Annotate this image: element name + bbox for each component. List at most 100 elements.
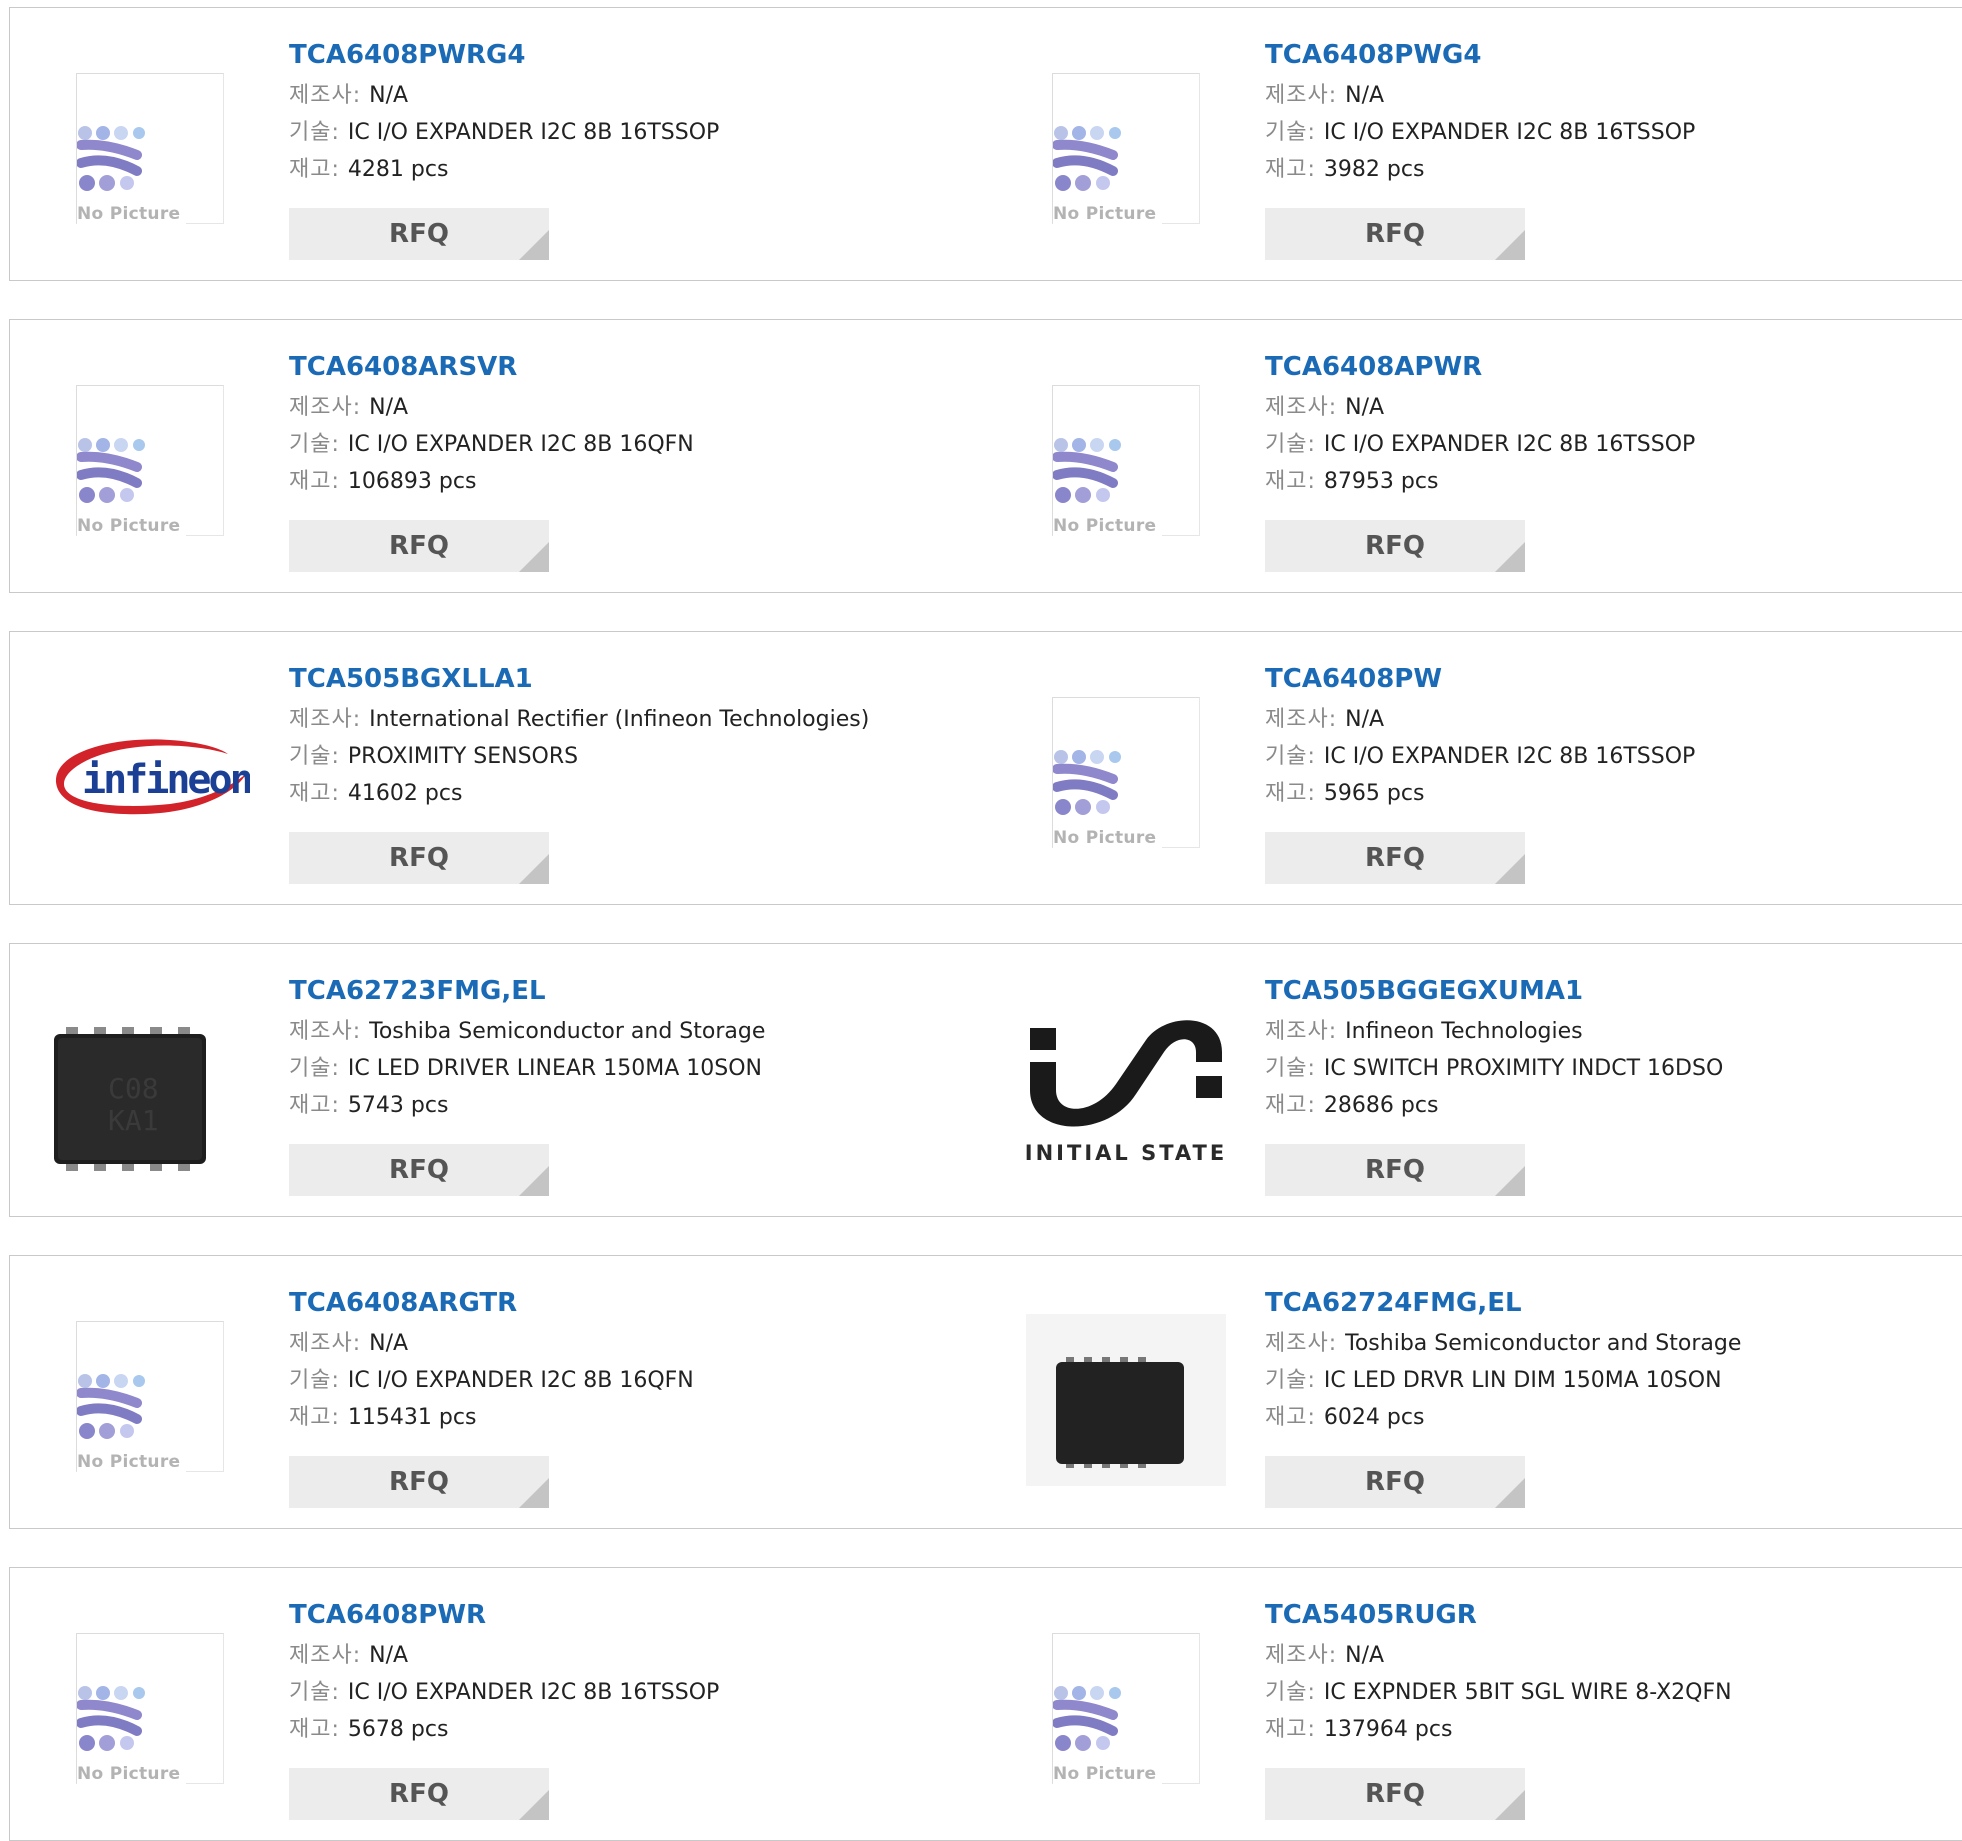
rfq-button[interactable]: RFQ — [289, 208, 549, 260]
manufacturer-value: N/A — [1345, 1643, 1385, 1668]
description-label: 기술: — [1265, 1680, 1316, 1705]
product-thumbnail[interactable]: No Picture — [1026, 1614, 1226, 1804]
product-info: TCA62723FMG,EL 제조사: Toshiba Semiconductor… — [289, 974, 969, 1124]
product-thumbnail[interactable]: C08 KA1 — [50, 990, 250, 1180]
description-label: 기술: — [289, 744, 340, 769]
part-number-link[interactable]: TCA505BGXLLA1 — [289, 662, 969, 696]
stock-value: 3982 pcs — [1323, 157, 1425, 182]
part-number-link[interactable]: TCA5405RUGR — [1265, 1598, 1945, 1632]
stock-label: 재고: — [1265, 781, 1316, 806]
part-number-link[interactable]: TCA6408PWR — [289, 1598, 969, 1632]
description-row: 기술: IC I/O EXPANDER I2C 8B 16TSSOP — [289, 114, 969, 151]
description-row: 기술: IC LED DRVR LIN DIM 150MA 10SON — [1265, 1362, 1945, 1399]
manufacturer-label: 제조사: — [1265, 83, 1338, 108]
rfq-button-label: RFQ — [389, 843, 449, 873]
description-row: 기술: IC I/O EXPANDER I2C 8B 16TSSOP — [1265, 114, 1945, 151]
rfq-button[interactable]: RFQ — [1265, 1144, 1525, 1196]
product-card: No Picture TCA6408APWR 제조사: N/A 기술: IC I/O… — [986, 319, 1962, 593]
manufacturer-row: 제조사: International Rectifier (Infineon Te… — [289, 701, 969, 738]
stock-row: 재고: 5743 pcs — [289, 1087, 969, 1124]
no-picture-icon — [77, 438, 145, 503]
product-info: TCA6408PWG4 제조사: N/A 기술: IC I/O EXPANDER I… — [1265, 38, 1945, 188]
manufacturer-label: 제조사: — [289, 707, 362, 732]
product-info: TCA6408ARSVR 제조사: N/A 기술: IC I/O EXPANDER … — [289, 350, 969, 500]
rfq-button[interactable]: RFQ — [1265, 832, 1525, 884]
rfq-button-label: RFQ — [1365, 219, 1425, 249]
stock-label: 재고: — [289, 1717, 340, 1742]
manufacturer-label: 제조사: — [289, 1331, 362, 1356]
description-row: 기술: IC I/O EXPANDER I2C 8B 16QFN — [289, 426, 969, 463]
rfq-button[interactable]: RFQ — [289, 1456, 549, 1508]
manufacturer-row: 제조사: Toshiba Semiconductor and Storage — [289, 1013, 969, 1050]
stock-label: 재고: — [289, 1405, 340, 1430]
manufacturer-row: 제조사: Infineon Technologies — [1265, 1013, 1945, 1050]
stock-row: 재고: 115431 pcs — [289, 1399, 969, 1436]
no-picture-placeholder: No Picture — [76, 385, 224, 536]
stock-label: 재고: — [289, 1093, 340, 1118]
rfq-button[interactable]: RFQ — [1265, 520, 1525, 572]
product-thumbnail[interactable]: No Picture — [50, 54, 250, 244]
rfq-corner-decoration — [1495, 230, 1525, 260]
description-label: 기술: — [1265, 1056, 1316, 1081]
product-thumbnail[interactable]: No Picture — [50, 1302, 250, 1492]
stock-label: 재고: — [289, 157, 340, 182]
rfq-button-label: RFQ — [1365, 1155, 1425, 1185]
stock-row: 재고: 6024 pcs — [1265, 1399, 1945, 1436]
manufacturer-label: 제조사: — [289, 83, 362, 108]
product-thumbnail[interactable]: No Picture — [1026, 366, 1226, 556]
part-number-link[interactable]: TCA6408PWG4 — [1265, 38, 1945, 72]
product-thumbnail[interactable]: No Picture — [1026, 54, 1226, 244]
manufacturer-value: N/A — [369, 1331, 409, 1356]
rfq-corner-decoration — [1495, 542, 1525, 572]
rfq-corner-decoration — [519, 1478, 549, 1508]
part-number-link[interactable]: TCA62723FMG,EL — [289, 974, 969, 1008]
stock-value: 6024 pcs — [1323, 1405, 1425, 1430]
stock-value: 5743 pcs — [347, 1093, 449, 1118]
part-number-link[interactable]: TCA6408PWRG4 — [289, 38, 969, 72]
manufacturer-label: 제조사: — [289, 1643, 362, 1668]
part-number-link[interactable]: TCA505BGGEGXUMA1 — [1265, 974, 1945, 1008]
product-thumbnail[interactable]: No Picture — [50, 1614, 250, 1804]
no-picture-label: No Picture — [1053, 204, 1163, 224]
manufacturer-value: Toshiba Semiconductor and Storage — [1345, 1331, 1742, 1356]
description-row: 기술: IC I/O EXPANDER I2C 8B 16TSSOP — [289, 1674, 969, 1711]
part-number-link[interactable]: TCA6408PW — [1265, 662, 1945, 696]
rfq-button-label: RFQ — [389, 1779, 449, 1809]
rfq-button[interactable]: RFQ — [1265, 1768, 1525, 1820]
infineon-logo-text: infineon — [82, 757, 250, 803]
stock-row: 재고: 28686 pcs — [1265, 1087, 1945, 1124]
no-picture-label: No Picture — [77, 1452, 187, 1472]
stock-row: 재고: 3982 pcs — [1265, 151, 1945, 188]
rfq-button[interactable]: RFQ — [289, 1144, 549, 1196]
rfq-button[interactable]: RFQ — [1265, 1456, 1525, 1508]
product-thumbnail[interactable] — [1026, 1302, 1226, 1492]
part-number-link[interactable]: TCA6408ARGTR — [289, 1286, 969, 1320]
product-thumbnail[interactable]: INITIAL STATE — [1026, 990, 1226, 1180]
product-row: No Picture TCA6408PWR 제조사: N/A 기술: IC I/O … — [9, 1567, 1962, 1841]
description-value: PROXIMITY SENSORS — [347, 744, 579, 769]
product-thumbnail[interactable]: No Picture — [50, 366, 250, 556]
part-number-link[interactable]: TCA6408ARSVR — [289, 350, 969, 384]
part-number-link[interactable]: TCA6408APWR — [1265, 350, 1945, 384]
product-info: TCA6408APWR 제조사: N/A 기술: IC I/O EXPANDER I… — [1265, 350, 1945, 500]
no-picture-placeholder: No Picture — [1052, 73, 1200, 224]
rfq-button[interactable]: RFQ — [289, 1768, 549, 1820]
rfq-button[interactable]: RFQ — [1265, 208, 1525, 260]
part-number-link[interactable]: TCA62724FMG,EL — [1265, 1286, 1945, 1320]
stock-label: 재고: — [1265, 157, 1316, 182]
rfq-button-label: RFQ — [389, 531, 449, 561]
product-card: No Picture TCA5405RUGR 제조사: N/A 기술: IC EXP… — [986, 1567, 1962, 1841]
description-value: IC I/O EXPANDER I2C 8B 16TSSOP — [1323, 432, 1696, 457]
description-label: 기술: — [1265, 1368, 1316, 1393]
rfq-corner-decoration — [1495, 854, 1525, 884]
rfq-corner-decoration — [519, 230, 549, 260]
product-thumbnail[interactable]: infineon — [50, 678, 250, 868]
description-value: IC LED DRVR LIN DIM 150MA 10SON — [1323, 1368, 1722, 1393]
stock-value: 28686 pcs — [1323, 1093, 1439, 1118]
rfq-button[interactable]: RFQ — [289, 832, 549, 884]
manufacturer-row: 제조사: N/A — [1265, 389, 1945, 426]
stock-value: 137964 pcs — [1323, 1717, 1453, 1742]
rfq-button[interactable]: RFQ — [289, 520, 549, 572]
manufacturer-label: 제조사: — [1265, 1331, 1338, 1356]
product-thumbnail[interactable]: No Picture — [1026, 678, 1226, 868]
